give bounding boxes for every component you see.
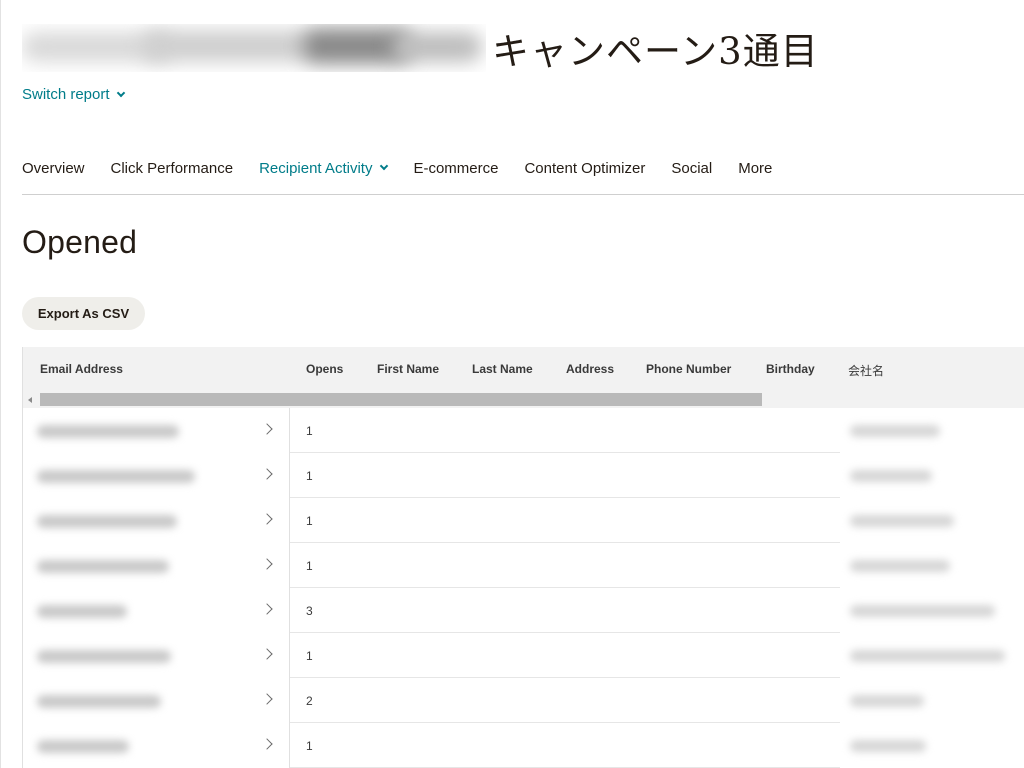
tab-overview[interactable]: Overview (22, 160, 85, 194)
redacted-email (37, 650, 171, 663)
redacted-company (850, 515, 954, 527)
chevron-down-icon (380, 161, 389, 171)
column-header-address[interactable]: Address (566, 362, 614, 376)
opens-cell: 3 (306, 604, 313, 618)
email-cell[interactable] (23, 678, 290, 723)
company-cell (840, 408, 1024, 453)
company-cell (840, 453, 1024, 498)
redacted-email (37, 695, 161, 708)
column-header-birthday[interactable]: Birthday (766, 362, 815, 376)
company-cell (840, 588, 1024, 633)
opens-cell: 1 (306, 424, 313, 438)
redacted-email (37, 605, 127, 618)
redacted-company (850, 650, 1005, 662)
report-tabs: Overview Click Performance Recipient Act… (22, 160, 798, 194)
tab-label: Click Performance (110, 160, 234, 177)
tab-recipient-activity[interactable]: Recipient Activity (259, 160, 389, 194)
company-cell (840, 678, 1024, 723)
table-row[interactable]: 1 (23, 453, 1024, 498)
tabs-divider (22, 194, 1024, 195)
recipients-table: Email Address Opens First Name Last Name… (22, 347, 1024, 768)
table-body: 1 1 1 1 3 1 2 1 (23, 408, 1024, 768)
chevron-down-icon (116, 88, 125, 98)
company-cell (840, 543, 1024, 588)
chevron-right-icon[interactable] (261, 693, 273, 705)
chevron-right-icon[interactable] (261, 468, 273, 480)
redacted-email (37, 470, 195, 483)
redacted-campaign-name (22, 24, 486, 72)
column-header-first-name[interactable]: First Name (377, 362, 439, 376)
redacted-email (37, 560, 169, 573)
column-header-phone[interactable]: Phone Number (646, 362, 731, 376)
report-title: キャンペーン3通目 (22, 22, 819, 74)
tab-click-performance[interactable]: Click Performance (111, 160, 234, 194)
table-row[interactable]: 1 (23, 543, 1024, 588)
redacted-company (850, 560, 950, 572)
arrow-left-icon[interactable] (28, 397, 32, 403)
chevron-right-icon[interactable] (261, 648, 273, 660)
campaign-title-suffix: キャンペーン3通目 (492, 30, 819, 73)
switch-report-link[interactable]: Switch report (22, 86, 125, 103)
redacted-company (850, 470, 932, 482)
table-row[interactable]: 1 (23, 723, 1024, 768)
column-header-last-name[interactable]: Last Name (472, 362, 533, 376)
redacted-email (37, 425, 179, 438)
tab-ecommerce[interactable]: E-commerce (413, 160, 498, 194)
chevron-right-icon[interactable] (261, 603, 273, 615)
company-cell (840, 498, 1024, 543)
column-header-company[interactable]: 会社名 (848, 362, 884, 379)
company-cell (840, 633, 1024, 678)
table-row[interactable]: 1 (23, 633, 1024, 678)
tab-content-optimizer[interactable]: Content Optimizer (524, 160, 645, 194)
redacted-company (850, 605, 995, 617)
table-row[interactable]: 1 (23, 408, 1024, 453)
tab-label: Social (671, 160, 713, 177)
email-cell[interactable] (23, 588, 290, 633)
redacted-company (850, 425, 940, 437)
column-header-email[interactable]: Email Address (40, 362, 123, 376)
chevron-right-icon[interactable] (261, 558, 273, 570)
company-cell (840, 723, 1024, 768)
chevron-right-icon[interactable] (261, 738, 273, 750)
table-row[interactable]: 1 (23, 498, 1024, 543)
email-cell[interactable] (23, 453, 290, 498)
email-cell[interactable] (23, 723, 290, 768)
switch-report-label: Switch report (22, 86, 110, 103)
opens-cell: 1 (306, 739, 313, 753)
email-cell[interactable] (23, 543, 290, 588)
redacted-email (37, 740, 129, 753)
export-csv-button[interactable]: Export As CSV (22, 297, 145, 330)
tab-label: More (738, 160, 773, 177)
tab-label: Recipient Activity (259, 160, 373, 177)
scrollbar-thumb[interactable] (40, 393, 762, 406)
window-edge (0, 0, 1, 768)
table-row[interactable]: 2 (23, 678, 1024, 723)
table-row[interactable]: 3 (23, 588, 1024, 633)
email-cell[interactable] (23, 408, 290, 453)
redacted-company (850, 695, 924, 707)
tab-social[interactable]: Social (671, 160, 712, 194)
email-cell[interactable] (23, 633, 290, 678)
tab-more[interactable]: More (738, 160, 772, 194)
tab-label: Overview (22, 160, 85, 177)
chevron-right-icon[interactable] (261, 423, 273, 435)
table-header: Email Address Opens First Name Last Name… (23, 347, 1024, 392)
page-title: Opened (22, 224, 138, 260)
opens-cell: 1 (306, 649, 313, 663)
opens-cell: 1 (306, 469, 313, 483)
tab-label: Content Optimizer (524, 160, 646, 177)
column-header-opens[interactable]: Opens (306, 362, 343, 376)
opens-cell: 2 (306, 694, 313, 708)
email-cell[interactable] (23, 498, 290, 543)
opens-cell: 1 (306, 559, 313, 573)
chevron-right-icon[interactable] (261, 513, 273, 525)
redacted-email (37, 515, 177, 528)
horizontal-scrollbar[interactable] (23, 392, 1024, 408)
redacted-company (850, 740, 926, 752)
opens-cell: 1 (306, 514, 313, 528)
tab-label: E-commerce (413, 160, 499, 177)
